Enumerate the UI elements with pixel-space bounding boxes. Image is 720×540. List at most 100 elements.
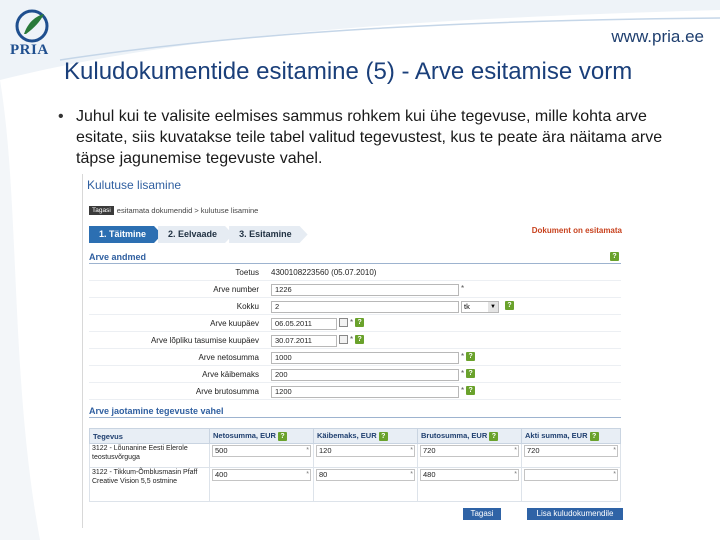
breadcrumb: Tagasi esitamata dokumendid > kulutuse l…	[89, 206, 258, 215]
table-row: 3122 - Tikkum-Õmblusmasin Pfaff Creative…	[89, 467, 621, 502]
col-brutosumma: Brutosumma, EUR ?	[417, 428, 522, 444]
vat-input[interactable]: 120 *	[316, 445, 415, 457]
net-input[interactable]: 400 *	[212, 469, 311, 481]
col-brutosumma-label: Brutosumma, EUR	[421, 431, 488, 440]
help-icon[interactable]: ?	[355, 335, 365, 344]
kokku-label: Kokku	[236, 302, 259, 311]
brutosumma-input[interactable]: 1200	[271, 386, 459, 398]
document-status: Dokument on esitamata	[531, 226, 622, 235]
required-marker: *	[350, 318, 354, 327]
unit-select-value: tk	[464, 302, 470, 311]
distribution-section-title: Arve jaotamine tegevuste vahel	[89, 406, 224, 416]
tab-eelvaade[interactable]: 2. Eelvaade	[158, 226, 233, 243]
arve-kuupaev-label: Arve kuupäev	[210, 319, 259, 328]
toetus-label: Toetus	[235, 268, 259, 277]
invoice-section-title: Arve andmed	[89, 252, 147, 262]
distribution-section-header: Arve jaotamine tegevuste vahel	[89, 406, 621, 418]
page-title: Kulutuse lisamine	[87, 178, 182, 192]
help-icon[interactable]: ?	[489, 432, 499, 441]
back-button[interactable]: Tagasi	[463, 508, 501, 520]
row-tegevus: 3122 - Lõunanine Eesti Elerole teostusvõ…	[89, 443, 210, 468]
net-input[interactable]: 500 *	[212, 445, 311, 457]
required-marker: *	[461, 386, 465, 395]
required-marker: *	[461, 369, 465, 378]
col-tegevus: Tegevus	[89, 428, 210, 444]
kokku-input[interactable]: 2	[271, 301, 459, 313]
table-row: 3122 - Lõunanine Eesti Elerole teostusvõ…	[89, 443, 621, 468]
tasumise-kuupaev-label: Arve lõpliku tasumise kuupäev	[150, 336, 259, 345]
help-icon[interactable]: ?	[589, 432, 599, 441]
required-marker: *	[514, 471, 517, 478]
gross-input[interactable]: 480 *	[420, 469, 519, 481]
netosumma-label: Arve netosumma	[198, 353, 259, 362]
breadcrumb-path[interactable]: esitamata dokumendid > kulutuse lisamine	[117, 206, 259, 215]
tab-taitmine[interactable]: 1. Täitmine	[89, 226, 162, 243]
net-value: 400	[215, 470, 228, 479]
kaibemaks-input[interactable]: 200	[271, 369, 459, 381]
required-marker: *	[350, 335, 354, 344]
unit-select[interactable]: tk ▼	[461, 301, 499, 313]
col-netosumma: Netosumma, EUR ?	[209, 428, 314, 444]
vat-value: 80	[319, 470, 328, 479]
required-marker: *	[514, 447, 517, 454]
required-marker: *	[306, 447, 309, 454]
arve-number-label: Arve number	[213, 285, 259, 294]
gross-value: 720	[423, 446, 436, 455]
toetus-value: 4300108223560 (05.07.2010)	[271, 268, 377, 277]
arve-kuupaev-input[interactable]: 06.05.2011	[271, 318, 337, 330]
help-icon[interactable]: ?	[355, 318, 365, 327]
required-marker: *	[613, 471, 616, 478]
calendar-icon[interactable]	[339, 318, 348, 327]
form-row-kokku: Kokku 2 * tk ▼ ?	[89, 298, 621, 315]
vat-value: 120	[319, 446, 332, 455]
chevron-down-icon[interactable]: ▼	[488, 302, 498, 312]
col-akti-summa: Akti summa, EUR ?	[521, 428, 621, 444]
distribution-table: Tegevus Netosumma, EUR ? Käibemaks, EUR …	[89, 428, 621, 502]
arve-number-input[interactable]: 1226	[271, 284, 459, 296]
calendar-icon[interactable]	[339, 335, 348, 344]
act-value: 720	[527, 446, 540, 455]
tab-esitamine[interactable]: 3. Esitamine	[229, 226, 308, 243]
act-input[interactable]: 720 *	[524, 445, 618, 457]
form-row-kaibemaks: Arve käibemaks 200 * ?	[89, 366, 621, 383]
kaibemaks-label: Arve käibemaks	[202, 370, 259, 379]
help-icon[interactable]: ?	[466, 386, 476, 395]
app-screenshot: Kulutuse lisamine Tagasi esitamata dokum…	[82, 174, 630, 528]
back-tag-button[interactable]: Tagasi	[89, 206, 114, 215]
help-icon[interactable]: ?	[505, 301, 514, 310]
required-marker: *	[461, 352, 465, 361]
required-marker: *	[461, 284, 465, 293]
help-icon[interactable]: ?	[610, 252, 619, 261]
form-row-tasumise-kuupaev: Arve lõpliku tasumise kuupäev 30.07.2011…	[89, 332, 621, 349]
form-row-arve-kuupaev: Arve kuupäev 06.05.2011 * ?	[89, 315, 621, 332]
net-value: 500	[215, 446, 228, 455]
form-row-brutosumma: Arve brutosumma 1200 * ?	[89, 383, 621, 400]
brutosumma-label: Arve brutosumma	[195, 387, 259, 396]
help-icon[interactable]: ?	[466, 369, 476, 378]
gross-value: 480	[423, 470, 436, 479]
required-marker: *	[410, 447, 413, 454]
form-row-toetus: Toetus 4300108223560 (05.07.2010)	[89, 264, 621, 281]
gross-input[interactable]: 720 *	[420, 445, 519, 457]
site-url: www.pria.ee	[611, 27, 704, 46]
table-header-row: Tegevus Netosumma, EUR ? Käibemaks, EUR …	[89, 428, 621, 444]
slide-title: Kuludokumentide esitamine (5) - Arve esi…	[64, 58, 633, 85]
required-marker: *	[410, 471, 413, 478]
col-kaibemaks-label: Käibemaks, EUR	[317, 431, 377, 440]
add-to-expense-document-button[interactable]: Lisa kuludokumendile	[527, 508, 623, 520]
vat-input[interactable]: 80 *	[316, 469, 415, 481]
invoice-section-header: Arve andmed ?	[89, 252, 621, 264]
required-marker: *	[613, 447, 616, 454]
act-input[interactable]: *	[524, 469, 618, 481]
netosumma-input[interactable]: 1000	[271, 352, 459, 364]
help-icon[interactable]: ?	[466, 352, 476, 361]
bullet-marker: •	[58, 108, 64, 125]
help-icon[interactable]: ?	[378, 432, 388, 441]
tasumise-kuupaev-input[interactable]: 30.07.2011	[271, 335, 337, 347]
col-kaibemaks: Käibemaks, EUR ?	[313, 428, 418, 444]
form-row-netosumma: Arve netosumma 1000 * ?	[89, 349, 621, 366]
row-tegevus: 3122 - Tikkum-Õmblusmasin Pfaff Creative…	[89, 467, 210, 502]
invoice-form: Toetus 4300108223560 (05.07.2010) Arve n…	[89, 264, 621, 400]
help-icon[interactable]: ?	[278, 432, 288, 441]
logo-text: PRIA	[10, 42, 49, 58]
